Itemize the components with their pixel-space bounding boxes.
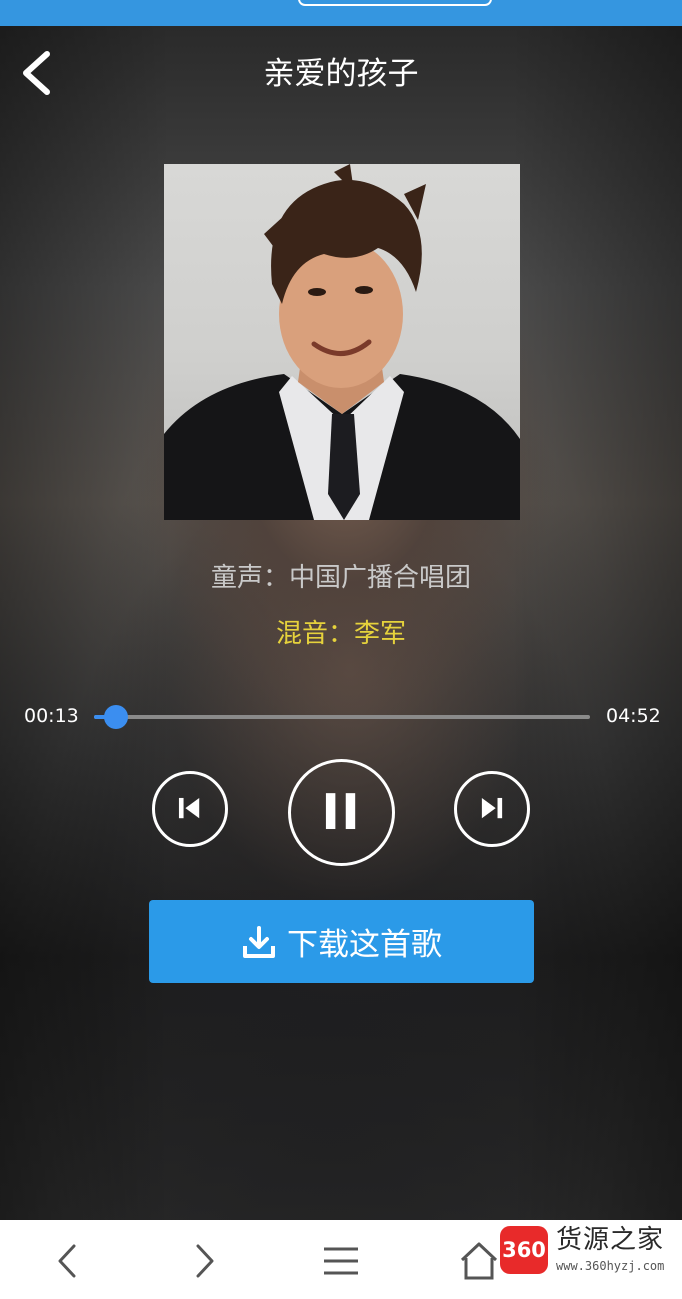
pause-icon — [325, 793, 356, 830]
browser-forward-button[interactable] — [180, 1238, 230, 1284]
album-art-portrait — [164, 164, 520, 520]
next-track-button[interactable] — [454, 771, 530, 847]
skip-next-icon — [481, 797, 503, 819]
home-icon — [460, 1242, 498, 1280]
album-cover — [164, 164, 520, 520]
browser-menu-button[interactable] — [316, 1238, 366, 1284]
top-status-strip — [0, 0, 682, 26]
song-title: 亲爱的孩子 — [263, 56, 419, 92]
site-watermark: 360 货源之家 www.360hyzj.com — [498, 1218, 678, 1278]
total-time: 04:52 — [606, 705, 661, 727]
watermark-badge: 360 — [500, 1226, 548, 1274]
music-player-screen: 亲爱的孩子 童声：中国广播合唱团 混音：李军 00:13 04:52 下载这首歌… — [0, 0, 682, 1299]
download-label: 下载这首歌 — [287, 927, 442, 963]
progress-thumb[interactable] — [104, 705, 128, 729]
pause-button[interactable] — [288, 759, 395, 866]
download-icon — [243, 925, 275, 958]
mix-credit: 混音：李军 — [275, 619, 406, 649]
chevron-right-icon — [196, 1244, 214, 1278]
top-pill — [298, 0, 492, 6]
watermark-name: 货源之家 — [556, 1225, 665, 1255]
browser-back-button[interactable] — [42, 1238, 92, 1284]
chevron-left-icon — [58, 1244, 76, 1278]
menu-icon — [324, 1247, 358, 1275]
progress-bar[interactable] — [94, 705, 590, 729]
browser-home-button[interactable] — [454, 1238, 504, 1284]
download-song-button[interactable]: 下载这首歌 — [149, 900, 534, 983]
singer-credit: 童声：中国广播合唱团 — [210, 563, 471, 593]
watermark-url: www.360hyzj.com — [556, 1259, 665, 1273]
previous-track-button[interactable] — [152, 771, 228, 847]
skip-previous-icon — [178, 797, 200, 819]
current-time: 00:13 — [24, 705, 79, 727]
